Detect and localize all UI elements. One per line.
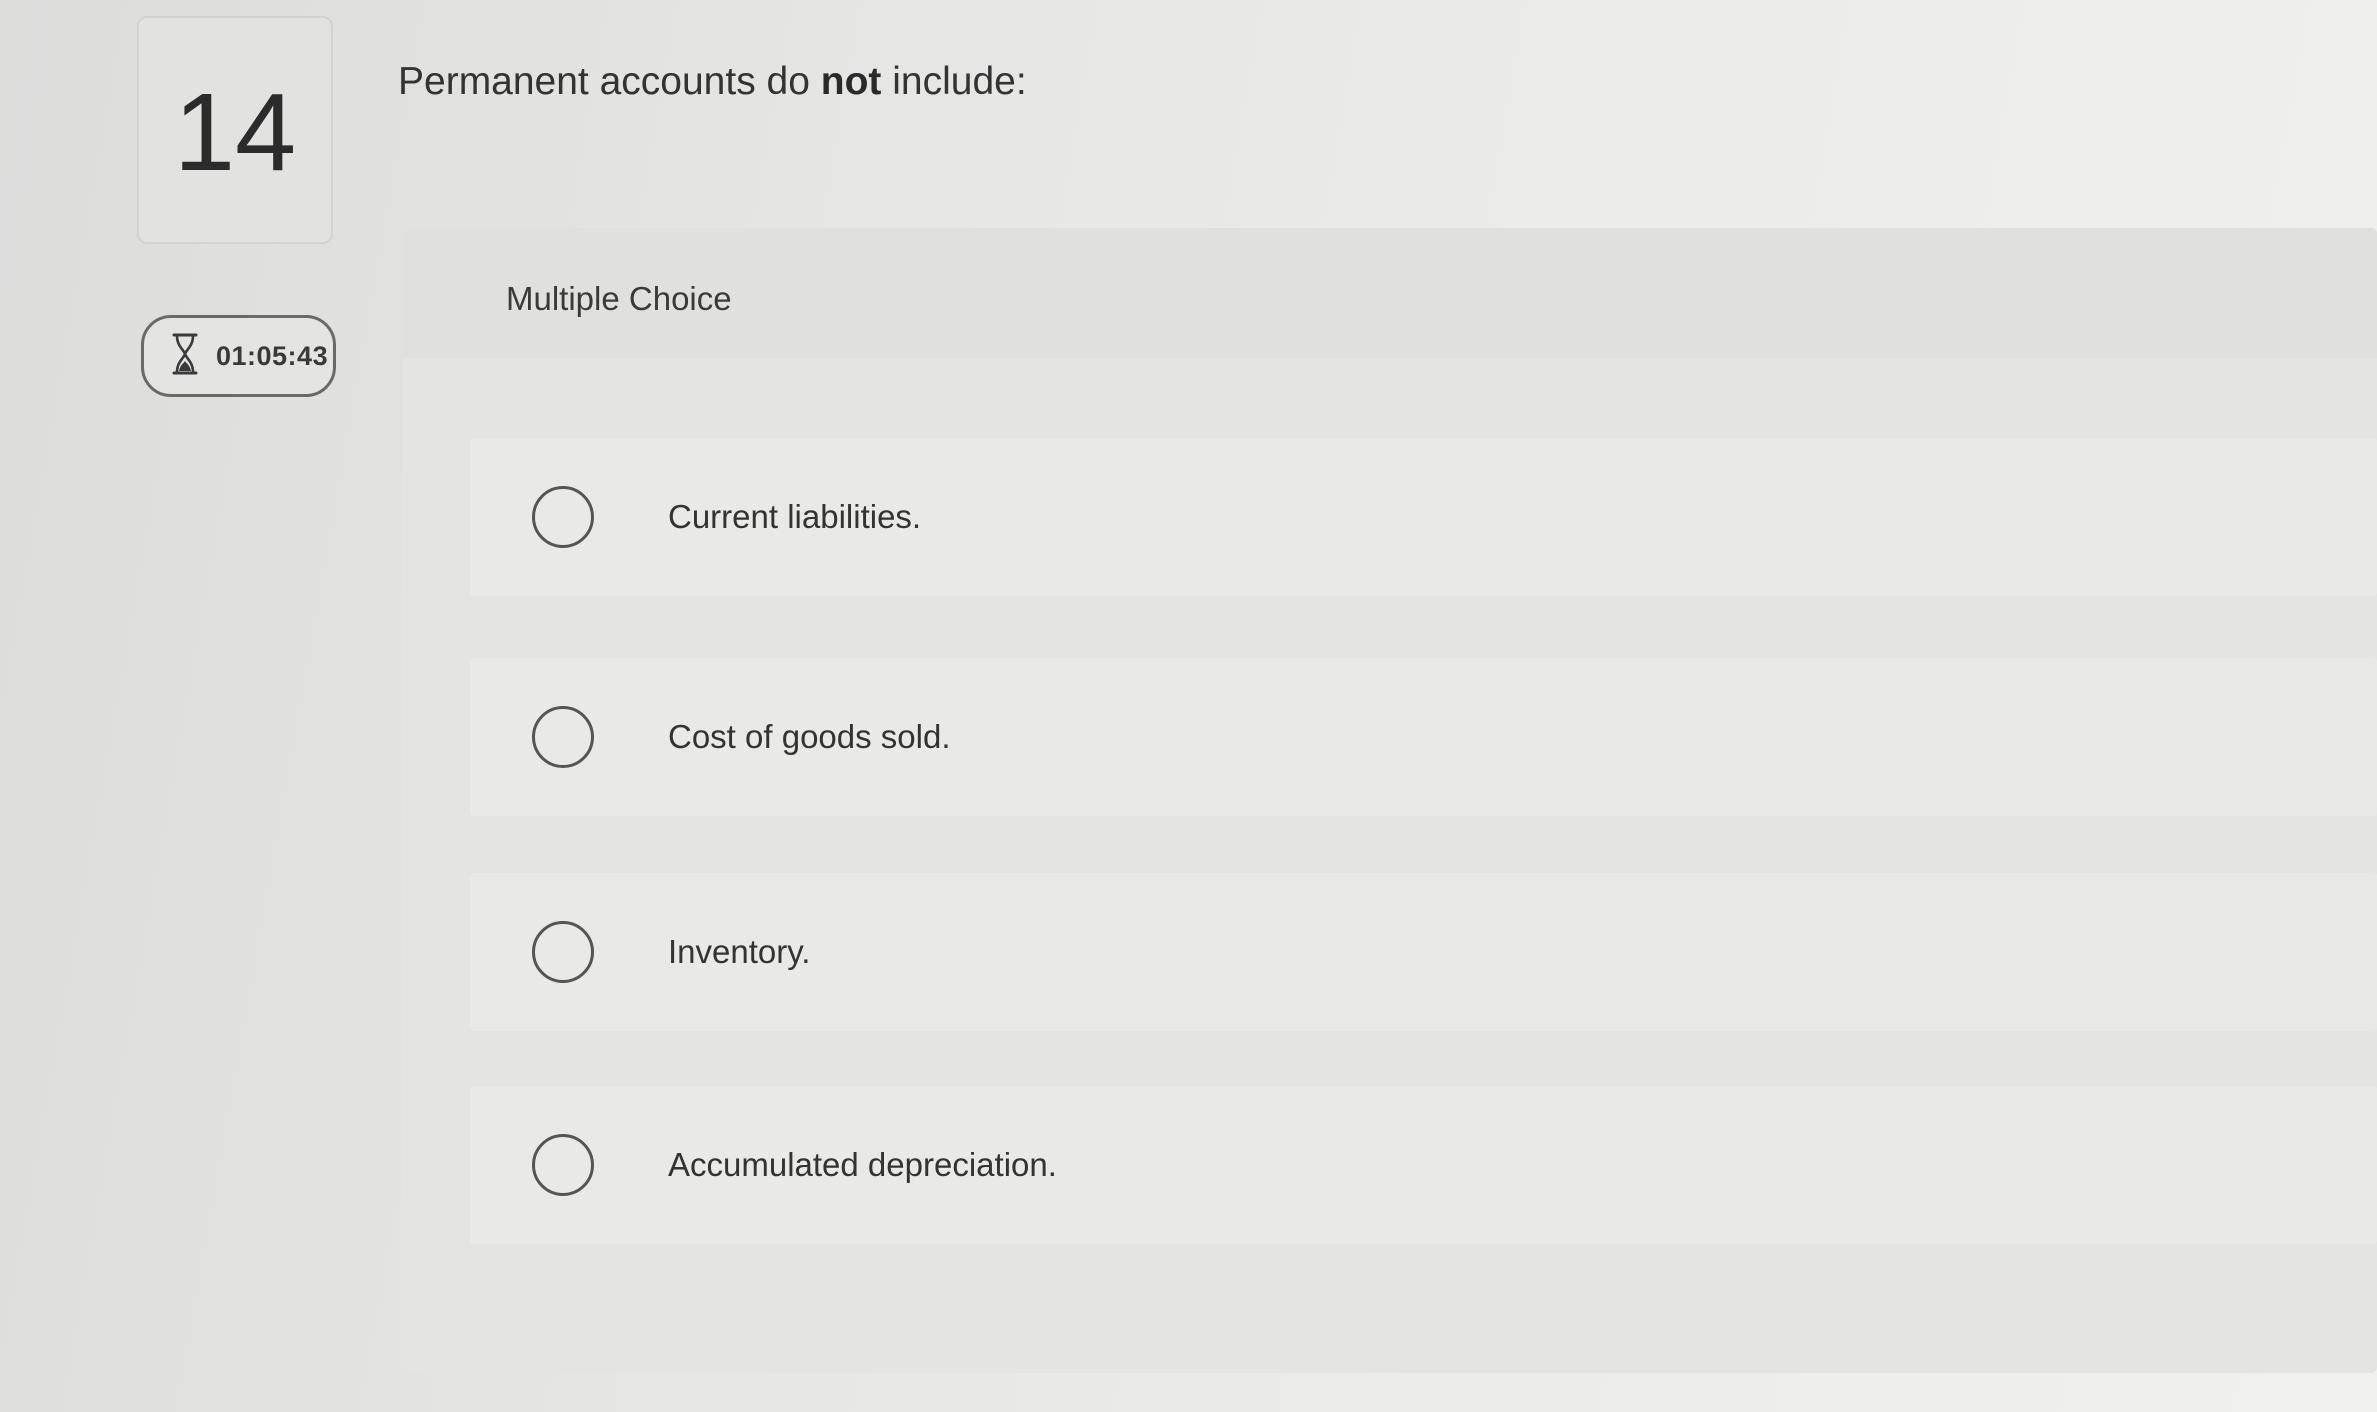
radio-button[interactable]: [532, 921, 594, 983]
prompt-text-after: include:: [881, 60, 1027, 103]
answer-option-label: Cost of goods sold.: [668, 718, 951, 755]
hourglass-icon: [170, 332, 200, 381]
radio-button[interactable]: [532, 1134, 594, 1196]
question-prompt: Permanent accounts do not include:: [398, 60, 1027, 104]
prompt-emphasis: not: [820, 60, 882, 103]
timer-badge[interactable]: 01:05:43: [141, 315, 336, 397]
prompt-text-before: Permanent accounts do: [398, 60, 821, 103]
answer-option-label: Current liabilities.: [668, 498, 922, 535]
timer-value: 01:05:43: [216, 340, 329, 371]
answer-option-label: Accumulated depreciation.: [668, 1146, 1057, 1183]
question-type-header: Multiple Choice: [402, 228, 2377, 358]
answer-option[interactable]: Accumulated depreciation.: [470, 1086, 2377, 1244]
answer-option[interactable]: Cost of goods sold.: [470, 658, 2377, 816]
answer-option-label: Inventory.: [668, 933, 811, 970]
radio-button[interactable]: [532, 486, 594, 548]
question-type-label: Multiple Choice: [506, 280, 732, 317]
question-number: 14: [173, 71, 297, 194]
question-number-card: 14: [137, 16, 333, 244]
radio-button[interactable]: [532, 706, 594, 768]
answer-option[interactable]: Current liabilities.: [470, 438, 2377, 596]
answer-panel: Multiple Choice Current liabilities. Cos…: [402, 228, 2377, 1373]
answer-option[interactable]: Inventory.: [470, 873, 2377, 1031]
